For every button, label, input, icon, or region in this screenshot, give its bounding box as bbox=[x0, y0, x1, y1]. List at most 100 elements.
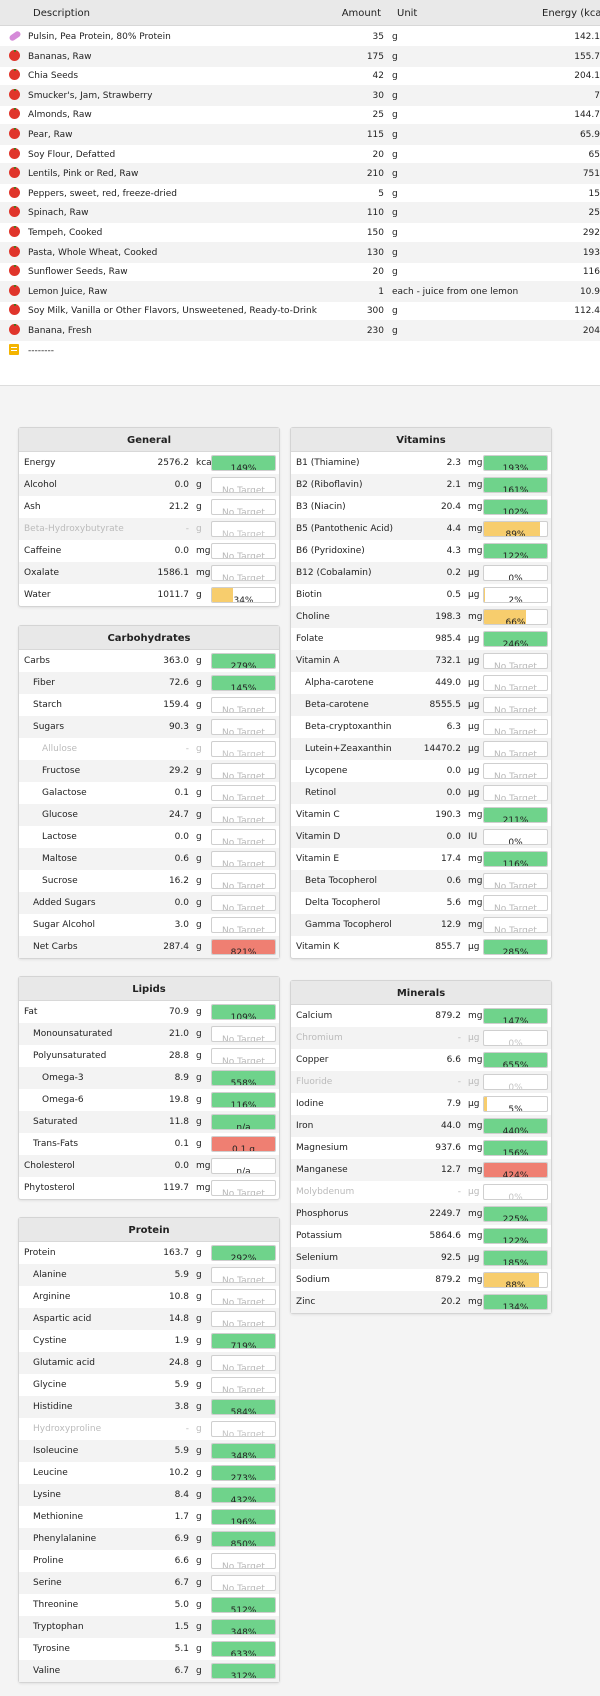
nutrient-row-calcium[interactable]: Calcium 879.2 mg 147% bbox=[291, 1005, 551, 1027]
nutrient-row-vitamin-a[interactable]: Vitamin A 732.1 µg No Target bbox=[291, 650, 551, 672]
nutrient-row-galactose[interactable]: Galactose 0.1 g No Target bbox=[19, 782, 279, 804]
nutrient-row-retinol[interactable]: Retinol 0.0 µg No Target bbox=[291, 782, 551, 804]
nutrient-row-delta-tocopherol[interactable]: Delta Tocopherol 5.6 mg No Target bbox=[291, 892, 551, 914]
nutrient-row-sugar-alcohol[interactable]: Sugar Alcohol 3.0 g No Target bbox=[19, 914, 279, 936]
nutrient-row-proline[interactable]: Proline 6.6 g No Target bbox=[19, 1550, 279, 1572]
nutrient-row-phosphorus[interactable]: Phosphorus 2249.7 mg 225% bbox=[291, 1203, 551, 1225]
nutrient-row-energy[interactable]: Energy 2576.2 kcal 149% bbox=[19, 452, 279, 474]
nutrient-row-beta-tocopherol[interactable]: Beta Tocopherol 0.6 mg No Target bbox=[291, 870, 551, 892]
nutrient-row-fructose[interactable]: Fructose 29.2 g No Target bbox=[19, 760, 279, 782]
nutrient-row-ash[interactable]: Ash 21.2 g No Target bbox=[19, 496, 279, 518]
nutrient-row-isoleucine[interactable]: Isoleucine 5.9 g 348% bbox=[19, 1440, 279, 1462]
nutrient-row-b3-niacin[interactable]: B3 (Niacin) 20.4 mg 102% bbox=[291, 496, 551, 518]
column-header-unit[interactable]: Unit bbox=[397, 8, 417, 19]
table-row[interactable]: Bananas, Raw 175 g 155.7 bbox=[0, 45, 600, 67]
table-row[interactable]: Soy Milk, Vanilla or Other Flavors, Unsw… bbox=[0, 300, 600, 321]
table-row[interactable]: Lentils, Pink or Red, Raw 210 g 751 bbox=[0, 163, 600, 185]
nutrient-row-folate[interactable]: Folate 985.4 µg 246% bbox=[291, 628, 551, 650]
nutrient-row-threonine[interactable]: Threonine 5.0 g 512% bbox=[19, 1594, 279, 1616]
nutrient-row-serine[interactable]: Serine 6.7 g No Target bbox=[19, 1572, 279, 1594]
nutrient-row-arginine[interactable]: Arginine 10.8 g No Target bbox=[19, 1286, 279, 1308]
nutrient-row-manganese[interactable]: Manganese 12.7 mg 424% bbox=[291, 1159, 551, 1181]
table-row[interactable]: -------- bbox=[0, 340, 600, 361]
nutrient-row-fat[interactable]: Fat 70.9 g 109% bbox=[19, 1001, 279, 1023]
nutrient-row-methionine[interactable]: Methionine 1.7 g 196% bbox=[19, 1506, 279, 1528]
nutrient-row-b12-cobalamin[interactable]: B12 (Cobalamin) 0.2 µg 0% bbox=[291, 562, 551, 584]
nutrient-row-aspartic-acid[interactable]: Aspartic acid 14.8 g No Target bbox=[19, 1308, 279, 1330]
nutrient-row-alanine[interactable]: Alanine 5.9 g No Target bbox=[19, 1264, 279, 1286]
nutrient-row-vitamin-e[interactable]: Vitamin E 17.4 mg 116% bbox=[291, 848, 551, 870]
nutrient-row-hydroxyproline[interactable]: Hydroxyproline - g No Target bbox=[19, 1418, 279, 1440]
table-row[interactable]: Tempeh, Cooked 150 g 292 bbox=[0, 222, 600, 243]
nutrient-row-glycine[interactable]: Glycine 5.9 g No Target bbox=[19, 1374, 279, 1396]
nutrient-row-caffeine[interactable]: Caffeine 0.0 mg No Target bbox=[19, 540, 279, 562]
nutrient-row-sucrose[interactable]: Sucrose 16.2 g No Target bbox=[19, 870, 279, 892]
nutrient-row-oxalate[interactable]: Oxalate 1586.1 mg No Target bbox=[19, 562, 279, 584]
nutrient-row-potassium[interactable]: Potassium 5864.6 mg 122% bbox=[291, 1225, 551, 1247]
nutrient-row-omega-3[interactable]: Omega-3 8.9 g 558% bbox=[19, 1067, 279, 1089]
nutrient-row-monounsaturated[interactable]: Monounsaturated 21.0 g No Target bbox=[19, 1023, 279, 1045]
nutrient-row-iron[interactable]: Iron 44.0 mg 440% bbox=[291, 1115, 551, 1137]
table-row[interactable]: Chia Seeds 42 g 204.1 bbox=[0, 65, 600, 86]
nutrient-row-histidine[interactable]: Histidine 3.8 g 584% bbox=[19, 1396, 279, 1418]
nutrient-row-fiber[interactable]: Fiber 72.6 g 145% bbox=[19, 672, 279, 694]
table-row[interactable]: Pear, Raw 115 g 65.9 bbox=[0, 124, 600, 145]
nutrient-row-b1-thiamine[interactable]: B1 (Thiamine) 2.3 mg 193% bbox=[291, 452, 551, 474]
nutrient-row-magnesium[interactable]: Magnesium 937.6 mg 156% bbox=[291, 1137, 551, 1159]
nutrient-row-beta-hydroxybutyrate[interactable]: Beta-Hydroxybutyrate - g No Target bbox=[19, 518, 279, 540]
nutrient-row-vitamin-c[interactable]: Vitamin C 190.3 mg 211% bbox=[291, 804, 551, 826]
nutrient-row-gamma-tocopherol[interactable]: Gamma Tocopherol 12.9 mg No Target bbox=[291, 914, 551, 936]
nutrient-row-maltose[interactable]: Maltose 0.6 g No Target bbox=[19, 848, 279, 870]
table-row[interactable]: Pulsin, Pea Protein, 80% Protein 35 g 142.1 bbox=[0, 26, 600, 47]
nutrient-row-phenylalanine[interactable]: Phenylalanine 6.9 g 850% bbox=[19, 1528, 279, 1550]
table-row[interactable]: Smucker's, Jam, Strawberry 30 g 7 bbox=[0, 84, 600, 106]
table-row[interactable]: Almonds, Raw 25 g 144.7 bbox=[0, 104, 600, 125]
nutrient-row-glucose[interactable]: Glucose 24.7 g No Target bbox=[19, 804, 279, 826]
nutrient-row-sodium[interactable]: Sodium 879.2 mg 88% bbox=[291, 1269, 551, 1291]
nutrient-row-water[interactable]: Water 1011.7 g 34% bbox=[19, 584, 279, 606]
nutrient-row-biotin[interactable]: Biotin 0.5 µg 2% bbox=[291, 584, 551, 606]
nutrient-row-added-sugars[interactable]: Added Sugars 0.0 g No Target bbox=[19, 892, 279, 914]
nutrient-row-b6-pyridoxine[interactable]: B6 (Pyridoxine) 4.3 mg 122% bbox=[291, 540, 551, 562]
nutrient-row-beta-carotene[interactable]: Beta-carotene 8555.5 µg No Target bbox=[291, 694, 551, 716]
nutrient-row-saturated[interactable]: Saturated 11.8 g n/a bbox=[19, 1111, 279, 1133]
nutrient-row-molybdenum[interactable]: Molybdenum - µg 0% bbox=[291, 1181, 551, 1203]
column-header-amount[interactable]: Amount bbox=[340, 8, 381, 19]
table-row[interactable]: Soy Flour, Defatted 20 g 65 bbox=[0, 144, 600, 165]
table-row[interactable]: Lemon Juice, Raw 1 each - juice from one l… bbox=[0, 280, 600, 302]
column-header-description[interactable]: Description bbox=[33, 8, 90, 19]
nutrient-row-polyunsaturated[interactable]: Polyunsaturated 28.8 g No Target bbox=[19, 1045, 279, 1067]
nutrient-row-copper[interactable]: Copper 6.6 mg 655% bbox=[291, 1049, 551, 1071]
table-row[interactable]: Spinach, Raw 110 g 25 bbox=[0, 202, 600, 224]
nutrient-row-vitamin-d[interactable]: Vitamin D 0.0 IU 0% bbox=[291, 826, 551, 848]
nutrient-row-lycopene[interactable]: Lycopene 0.0 µg No Target bbox=[291, 760, 551, 782]
nutrient-row-protein[interactable]: Protein 163.7 g 292% bbox=[19, 1242, 279, 1264]
nutrient-row-lutein-zeaxanthin[interactable]: Lutein+Zeaxanthin 14470.2 µg No Target bbox=[291, 738, 551, 760]
nutrient-row-trans-fats[interactable]: Trans-Fats 0.1 g 0.1 g bbox=[19, 1133, 279, 1155]
nutrient-row-allulose[interactable]: Allulose - g No Target bbox=[19, 738, 279, 760]
nutrient-row-cholesterol[interactable]: Cholesterol 0.0 mg n/a bbox=[19, 1155, 279, 1177]
nutrient-row-valine[interactable]: Valine 6.7 g 312% bbox=[19, 1660, 279, 1682]
nutrient-row-cystine[interactable]: Cystine 1.9 g 719% bbox=[19, 1330, 279, 1352]
table-row[interactable]: Pasta, Whole Wheat, Cooked 130 g 193 bbox=[0, 241, 600, 263]
table-row[interactable]: Peppers, sweet, red, freeze-dried 5 g 15 bbox=[0, 183, 600, 204]
nutrient-row-lactose[interactable]: Lactose 0.0 g No Target bbox=[19, 826, 279, 848]
nutrient-row-phytosterol[interactable]: Phytosterol 119.7 mg No Target bbox=[19, 1177, 279, 1199]
nutrient-row-lysine[interactable]: Lysine 8.4 g 432% bbox=[19, 1484, 279, 1506]
nutrient-row-tyrosine[interactable]: Tyrosine 5.1 g 633% bbox=[19, 1638, 279, 1660]
column-header-energy[interactable]: Energy (kcal) bbox=[542, 8, 600, 19]
nutrient-row-fluoride[interactable]: Fluoride - µg 0% bbox=[291, 1071, 551, 1093]
nutrient-row-carbs[interactable]: Carbs 363.0 g 279% bbox=[19, 650, 279, 672]
nutrient-row-omega-6[interactable]: Omega-6 19.8 g 116% bbox=[19, 1089, 279, 1111]
nutrient-row-iodine[interactable]: Iodine 7.9 µg 5% bbox=[291, 1093, 551, 1115]
nutrient-row-net-carbs[interactable]: Net Carbs 287.4 g 821% bbox=[19, 936, 279, 958]
nutrient-row-leucine[interactable]: Leucine 10.2 g 273% bbox=[19, 1462, 279, 1484]
nutrient-row-alcohol[interactable]: Alcohol 0.0 g No Target bbox=[19, 474, 279, 496]
nutrient-row-alpha-carotene[interactable]: Alpha-carotene 449.0 µg No Target bbox=[291, 672, 551, 694]
nutrient-row-starch[interactable]: Starch 159.4 g No Target bbox=[19, 694, 279, 716]
nutrient-row-vitamin-k[interactable]: Vitamin K 855.7 µg 285% bbox=[291, 936, 551, 958]
nutrient-row-b2-riboflavin[interactable]: B2 (Riboflavin) 2.1 mg 161% bbox=[291, 474, 551, 496]
nutrient-row-choline[interactable]: Choline 198.3 mg 66% bbox=[291, 606, 551, 628]
nutrient-row-chromium[interactable]: Chromium - µg 0% bbox=[291, 1027, 551, 1049]
nutrient-row-zinc[interactable]: Zinc 20.2 mg 134% bbox=[291, 1291, 551, 1313]
